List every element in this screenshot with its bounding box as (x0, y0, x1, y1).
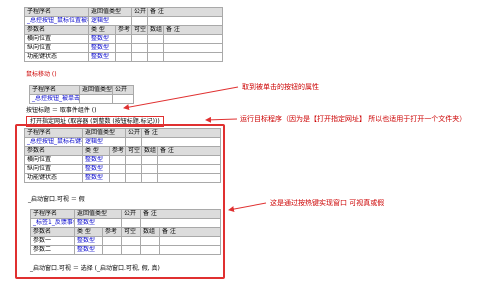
arrow-to-red-box (228, 202, 267, 213)
arrow-to-button-title (123, 86, 239, 111)
annotation-arrows (123, 86, 267, 213)
arrow-to-open-url (205, 116, 238, 123)
